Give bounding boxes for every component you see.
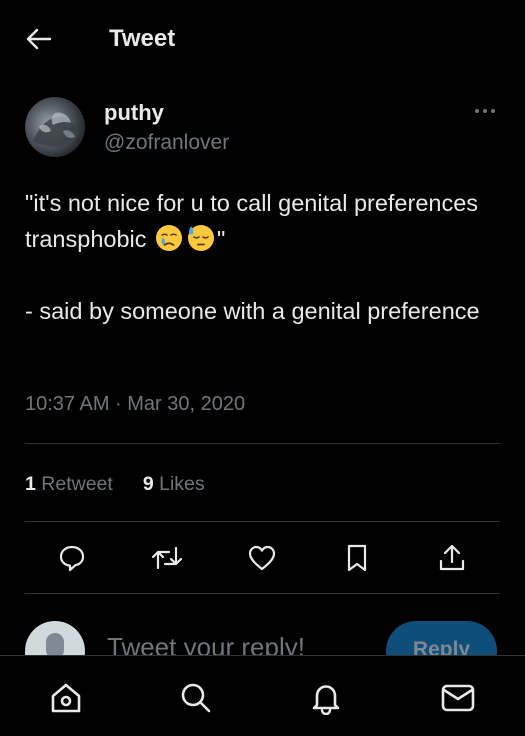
reply-button[interactable] — [54, 540, 90, 576]
arrow-left-icon — [26, 28, 52, 50]
avatar — [25, 621, 85, 655]
share-button[interactable] — [434, 540, 470, 576]
nav-messages[interactable] — [438, 678, 478, 718]
page-title: Tweet — [109, 25, 176, 52]
nav-home[interactable] — [46, 678, 86, 718]
tweet-actions — [0, 540, 525, 576]
retweets-stat[interactable]: 1 Retweet — [25, 470, 113, 498]
tweet-timestamp[interactable]: 10:37 AM · Mar 30, 2020 — [25, 390, 245, 418]
heart-icon — [248, 545, 276, 571]
divider — [25, 593, 500, 594]
retweet-icon — [151, 546, 183, 570]
retweets-count: 1 — [25, 473, 36, 495]
likes-stat[interactable]: 9 Likes — [143, 470, 205, 498]
divider — [25, 521, 500, 522]
likes-count: 9 — [142, 473, 154, 495]
author-display-name[interactable]: puthy — [104, 99, 164, 127]
tweet-text: "it's not nice for u to call genital pre… — [25, 185, 495, 329]
divider — [25, 443, 500, 444]
more-icon — [475, 109, 495, 113]
author-handle[interactable]: @zofranlover — [104, 129, 229, 157]
bookmark-button[interactable] — [339, 540, 375, 576]
home-icon — [51, 683, 81, 713]
retweets-label: Retweet — [41, 473, 113, 495]
tweet-author: puthy @zofranlover — [0, 95, 525, 165]
share-icon — [439, 544, 465, 571]
notifications-icon — [312, 685, 340, 715]
nav-notifications[interactable] — [306, 678, 346, 718]
tweet-text-line-2: - said by someone with a genital prefere… — [25, 298, 480, 324]
bottom-navigation — [0, 655, 525, 736]
reply-submit-button[interactable]: Reply — [386, 621, 497, 655]
downcast-face-with-sweat-emoji — [188, 225, 215, 251]
reply-input[interactable] — [107, 629, 367, 655]
messages-icon — [441, 684, 475, 712]
like-button[interactable] — [244, 540, 280, 576]
back-button[interactable] — [22, 24, 56, 54]
tweet-stats: 1 Retweet 9 Likes — [25, 470, 235, 498]
avatar[interactable] — [25, 97, 85, 157]
reply-composer: Reply — [0, 605, 525, 655]
reply-icon — [59, 545, 85, 572]
likes-label: Likes — [159, 473, 205, 495]
more-options-button[interactable] — [470, 99, 500, 123]
crying-face-emoji — [156, 225, 183, 251]
top-header: Tweet — [0, 0, 525, 78]
search-icon — [181, 683, 211, 713]
tweet-text-line-1: "it's not nice for u to call genital pre… — [25, 190, 479, 252]
bookmark-icon — [347, 544, 367, 572]
nav-search[interactable] — [176, 678, 216, 718]
retweet-button[interactable] — [149, 540, 185, 576]
